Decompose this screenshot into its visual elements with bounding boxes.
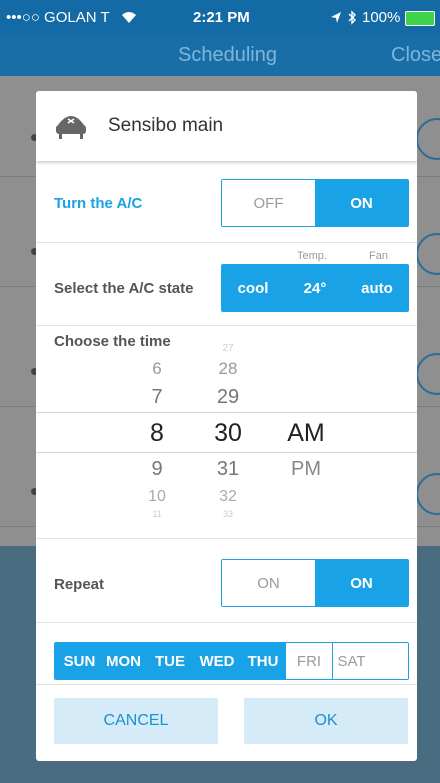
turn-on-option[interactable]: ON [315,180,408,226]
wifi-icon [122,12,136,23]
ampm-selected[interactable]: AM [276,419,336,448]
picker-selection-bottom [36,452,417,453]
divider [36,622,417,623]
ac-state-selector: cool 24° auto [221,264,409,312]
dialog-header: Sensibo main [36,91,417,161]
fan-caption: Fan [369,250,388,262]
day-tue[interactable]: TUE [147,643,193,679]
divider [36,538,417,539]
turn-off-option[interactable]: OFF [222,180,315,226]
minute-value[interactable]: 27 [210,343,246,354]
clock-text: 2:21 PM [193,9,250,26]
bluetooth-icon [348,10,356,25]
location-icon [331,12,341,23]
temp-option[interactable]: 24° [284,265,346,311]
device-avatar-icon [56,116,86,139]
repeat-toggle: ON ON [221,559,409,607]
temp-caption: Temp. [297,250,327,262]
hour-value[interactable]: 9 [142,458,172,481]
turn-ac-toggle: OFF ON [221,179,409,227]
hour-value[interactable]: 10 [139,488,175,506]
cancel-button[interactable]: CANCEL [54,698,218,744]
day-sat[interactable]: SAT [332,643,370,679]
status-bar: •••○○ GOLAN T 2:21 PM 100% [0,0,440,36]
list-toggle[interactable] [416,473,440,515]
hour-value[interactable]: 11 [142,509,172,519]
repeat-off-option[interactable]: ON [222,560,315,606]
ampm-value[interactable]: PM [278,458,334,481]
mode-option[interactable]: cool [222,265,284,311]
day-thu[interactable]: THU [241,643,285,679]
day-sun[interactable]: SUN [55,643,100,679]
dialog-title: Sensibo main [108,115,224,136]
carrier-text: •••○○ GOLAN T [6,9,110,26]
battery-icon [405,11,435,26]
minute-value[interactable]: 33 [210,509,246,519]
choose-time-label: Choose the time [54,333,171,350]
nav-title: Scheduling [178,44,277,66]
minute-selected[interactable]: 30 [202,419,254,448]
fan-option[interactable]: auto [346,265,408,311]
list-toggle[interactable] [416,233,440,275]
ac-state-label: Select the A/C state [54,280,194,297]
turn-ac-label: Turn the A/C [54,195,143,212]
picker-selection-top [36,412,417,413]
weekday-selector: SUN MON TUE WED THU FRI SAT [54,642,409,680]
minute-value[interactable]: 31 [208,458,248,481]
minute-value[interactable]: 28 [208,359,248,379]
nav-bar: Scheduling Close [0,36,440,76]
divider [36,684,417,685]
day-wed[interactable]: WED [193,643,241,679]
day-mon[interactable]: MON [100,643,147,679]
minute-value[interactable]: 32 [208,488,248,506]
repeat-on-option[interactable]: ON [315,560,408,606]
close-button[interactable]: Close [391,44,440,67]
hour-value[interactable]: 6 [142,359,172,379]
battery-percent: 100% [362,9,401,26]
hour-selected[interactable]: 8 [136,419,178,448]
day-fri[interactable]: FRI [285,643,332,679]
repeat-label: Repeat [54,576,105,593]
minute-value[interactable]: 29 [208,386,248,409]
ok-button[interactable]: OK [244,698,408,744]
divider [36,325,417,326]
list-toggle[interactable] [416,118,440,160]
schedule-dialog: Sensibo main Turn the A/C OFF ON Temp. F… [36,91,417,761]
hour-value[interactable]: 7 [142,386,172,409]
list-toggle[interactable] [416,353,440,395]
divider [36,242,417,243]
